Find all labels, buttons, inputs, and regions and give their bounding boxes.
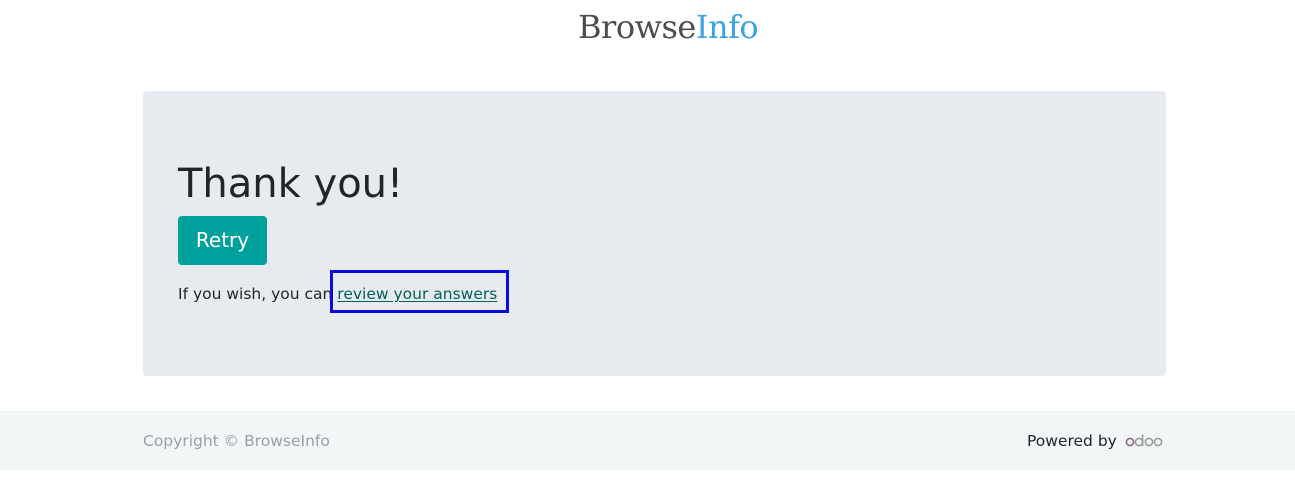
thank-you-card: Thank you! Retry If you wish, you can re…: [143, 91, 1166, 376]
site-footer: Copyright © BrowseInfo Powered by: [0, 411, 1295, 470]
copyright-text: Copyright © BrowseInfo: [143, 432, 330, 450]
site-logo[interactable]: BrowseInfo: [578, 8, 759, 46]
retry-button[interactable]: Retry: [178, 216, 267, 265]
powered-by-text: Powered by: [1027, 432, 1117, 450]
page-title: Thank you!: [178, 161, 404, 207]
review-text: If you wish, you can review your answers: [178, 283, 497, 305]
logo-text-info: Info: [695, 8, 759, 46]
logo-text-browse: Browse: [578, 8, 696, 46]
review-prefix: If you wish, you can: [178, 285, 333, 303]
odoo-logo-icon[interactable]: [1125, 433, 1163, 449]
review-answers-link[interactable]: review your answers: [337, 285, 497, 303]
site-header: BrowseInfo: [0, 0, 1295, 56]
